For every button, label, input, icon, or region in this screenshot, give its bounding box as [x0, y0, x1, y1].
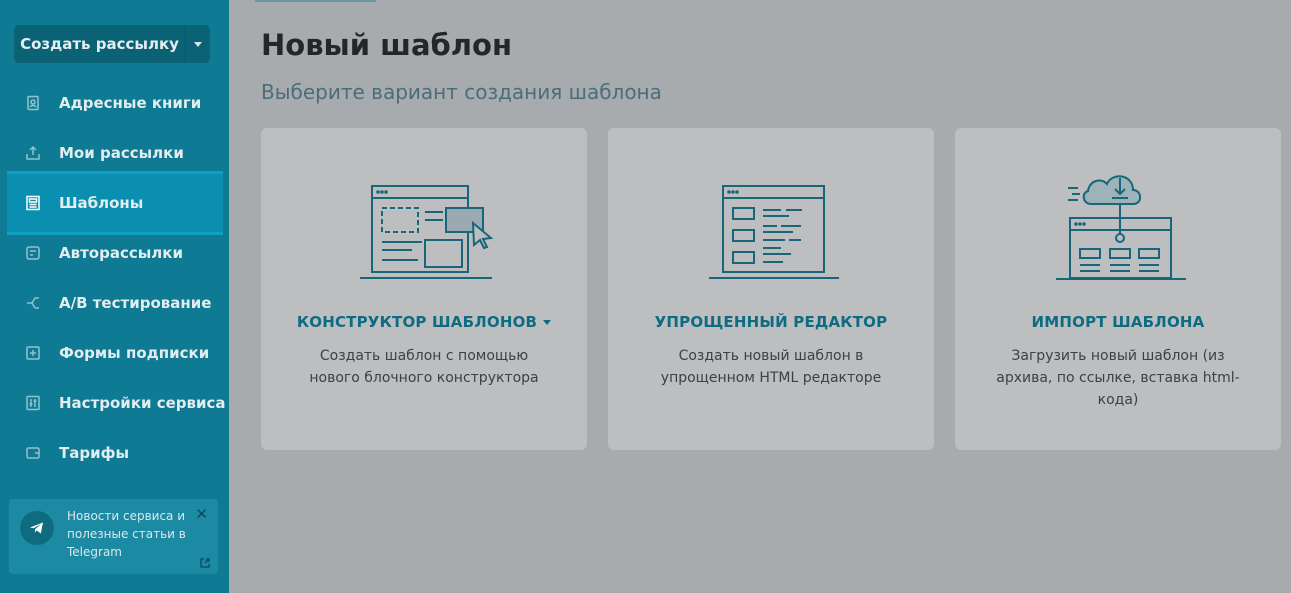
sidebar: Создать рассылку Адресные книги Мои расс… — [0, 0, 229, 593]
simple-editor-title[interactable]: УПРОЩЕННЫЙ РЕДАКТОР — [608, 313, 934, 331]
chevron-down-icon — [194, 41, 202, 47]
cloud-import-icon — [1056, 175, 1186, 280]
create-campaign-button[interactable]: Создать рассылку — [14, 25, 186, 63]
template-icon — [24, 194, 42, 212]
close-icon[interactable]: ✕ — [195, 505, 208, 523]
outbox-icon — [24, 144, 42, 162]
sidebar-item-service-settings[interactable]: Настройки сервиса — [0, 378, 229, 428]
sidebar-item-label: Адресные книги — [59, 94, 202, 112]
sidebar-item-label: Авторассылки — [59, 244, 183, 262]
simple-editor-card[interactable]: УПРОЩЕННЫЙ РЕДАКТОР Создать новый шаблон… — [608, 128, 934, 450]
sidebar-item-label: Тарифы — [59, 444, 130, 462]
template-builder-title[interactable]: КОНСТРУКТОР ШАБЛОНОВ — [261, 313, 587, 331]
card-title-text: КОНСТРУКТОР ШАБЛОНОВ — [296, 313, 538, 331]
create-campaign-dropdown-toggle[interactable] — [186, 25, 210, 63]
top-tab-indicator — [255, 0, 376, 2]
sidebar-item-automations[interactable]: Авторассылки — [0, 228, 229, 278]
simple-editor-icon — [709, 185, 839, 279]
sidebar-item-templates[interactable]: Шаблоны — [7, 171, 223, 235]
chevron-down-icon — [543, 320, 552, 325]
card-description: Создать шаблон с помощью нового блочного… — [309, 348, 539, 386]
import-template-title[interactable]: ИМПОРТ ШАБЛОНА — [955, 313, 1281, 331]
sidebar-item-subscription-forms[interactable]: Формы подписки — [0, 328, 229, 378]
page-title: Новый шаблон — [261, 28, 513, 62]
settings-sliders-icon — [24, 394, 42, 412]
ab-test-icon — [24, 294, 42, 312]
sidebar-item-label: Мои рассылки — [59, 144, 184, 162]
sidebar-item-label: A/B тестирование — [59, 294, 212, 312]
import-template-card[interactable]: ИМПОРТ ШАБЛОНА Загрузить новый шаблон (и… — [955, 128, 1281, 450]
external-link-icon — [200, 558, 210, 568]
sidebar-item-tariffs[interactable]: Тарифы — [0, 428, 229, 478]
sidebar-item-ab-testing[interactable]: A/B тестирование — [0, 278, 229, 328]
sidebar-item-label: Шаблоны — [59, 194, 144, 212]
address-book-icon — [24, 94, 42, 112]
sidebar-nav: Адресные книги Мои рассылки Шаблоны Авто… — [0, 78, 229, 478]
telegram-banner-text: Новости сервиса и полезные статьи в Tele… — [67, 509, 186, 559]
page-subtitle: Выберите вариант создания шаблона — [261, 80, 662, 104]
sidebar-item-label: Формы подписки — [59, 344, 210, 362]
form-icon — [24, 344, 42, 362]
telegram-news-banner[interactable]: Новости сервиса и полезные статьи в Tele… — [9, 499, 218, 574]
sidebar-item-label: Настройки сервиса — [59, 394, 226, 412]
card-description: Создать новый шаблон в упрощенном HTML р… — [660, 348, 882, 386]
template-builder-card[interactable]: КОНСТРУКТОР ШАБЛОНОВ Создать шаблон с по… — [261, 128, 587, 450]
create-campaign-split-button: Создать рассылку — [14, 25, 210, 63]
automation-icon — [24, 244, 42, 262]
sidebar-item-address-books[interactable]: Адресные книги — [0, 78, 229, 128]
template-builder-icon — [360, 185, 494, 279]
wallet-icon — [24, 444, 42, 462]
card-description: Загрузить новый шаблон (из архива, по сс… — [996, 348, 1240, 408]
telegram-icon — [20, 511, 54, 545]
